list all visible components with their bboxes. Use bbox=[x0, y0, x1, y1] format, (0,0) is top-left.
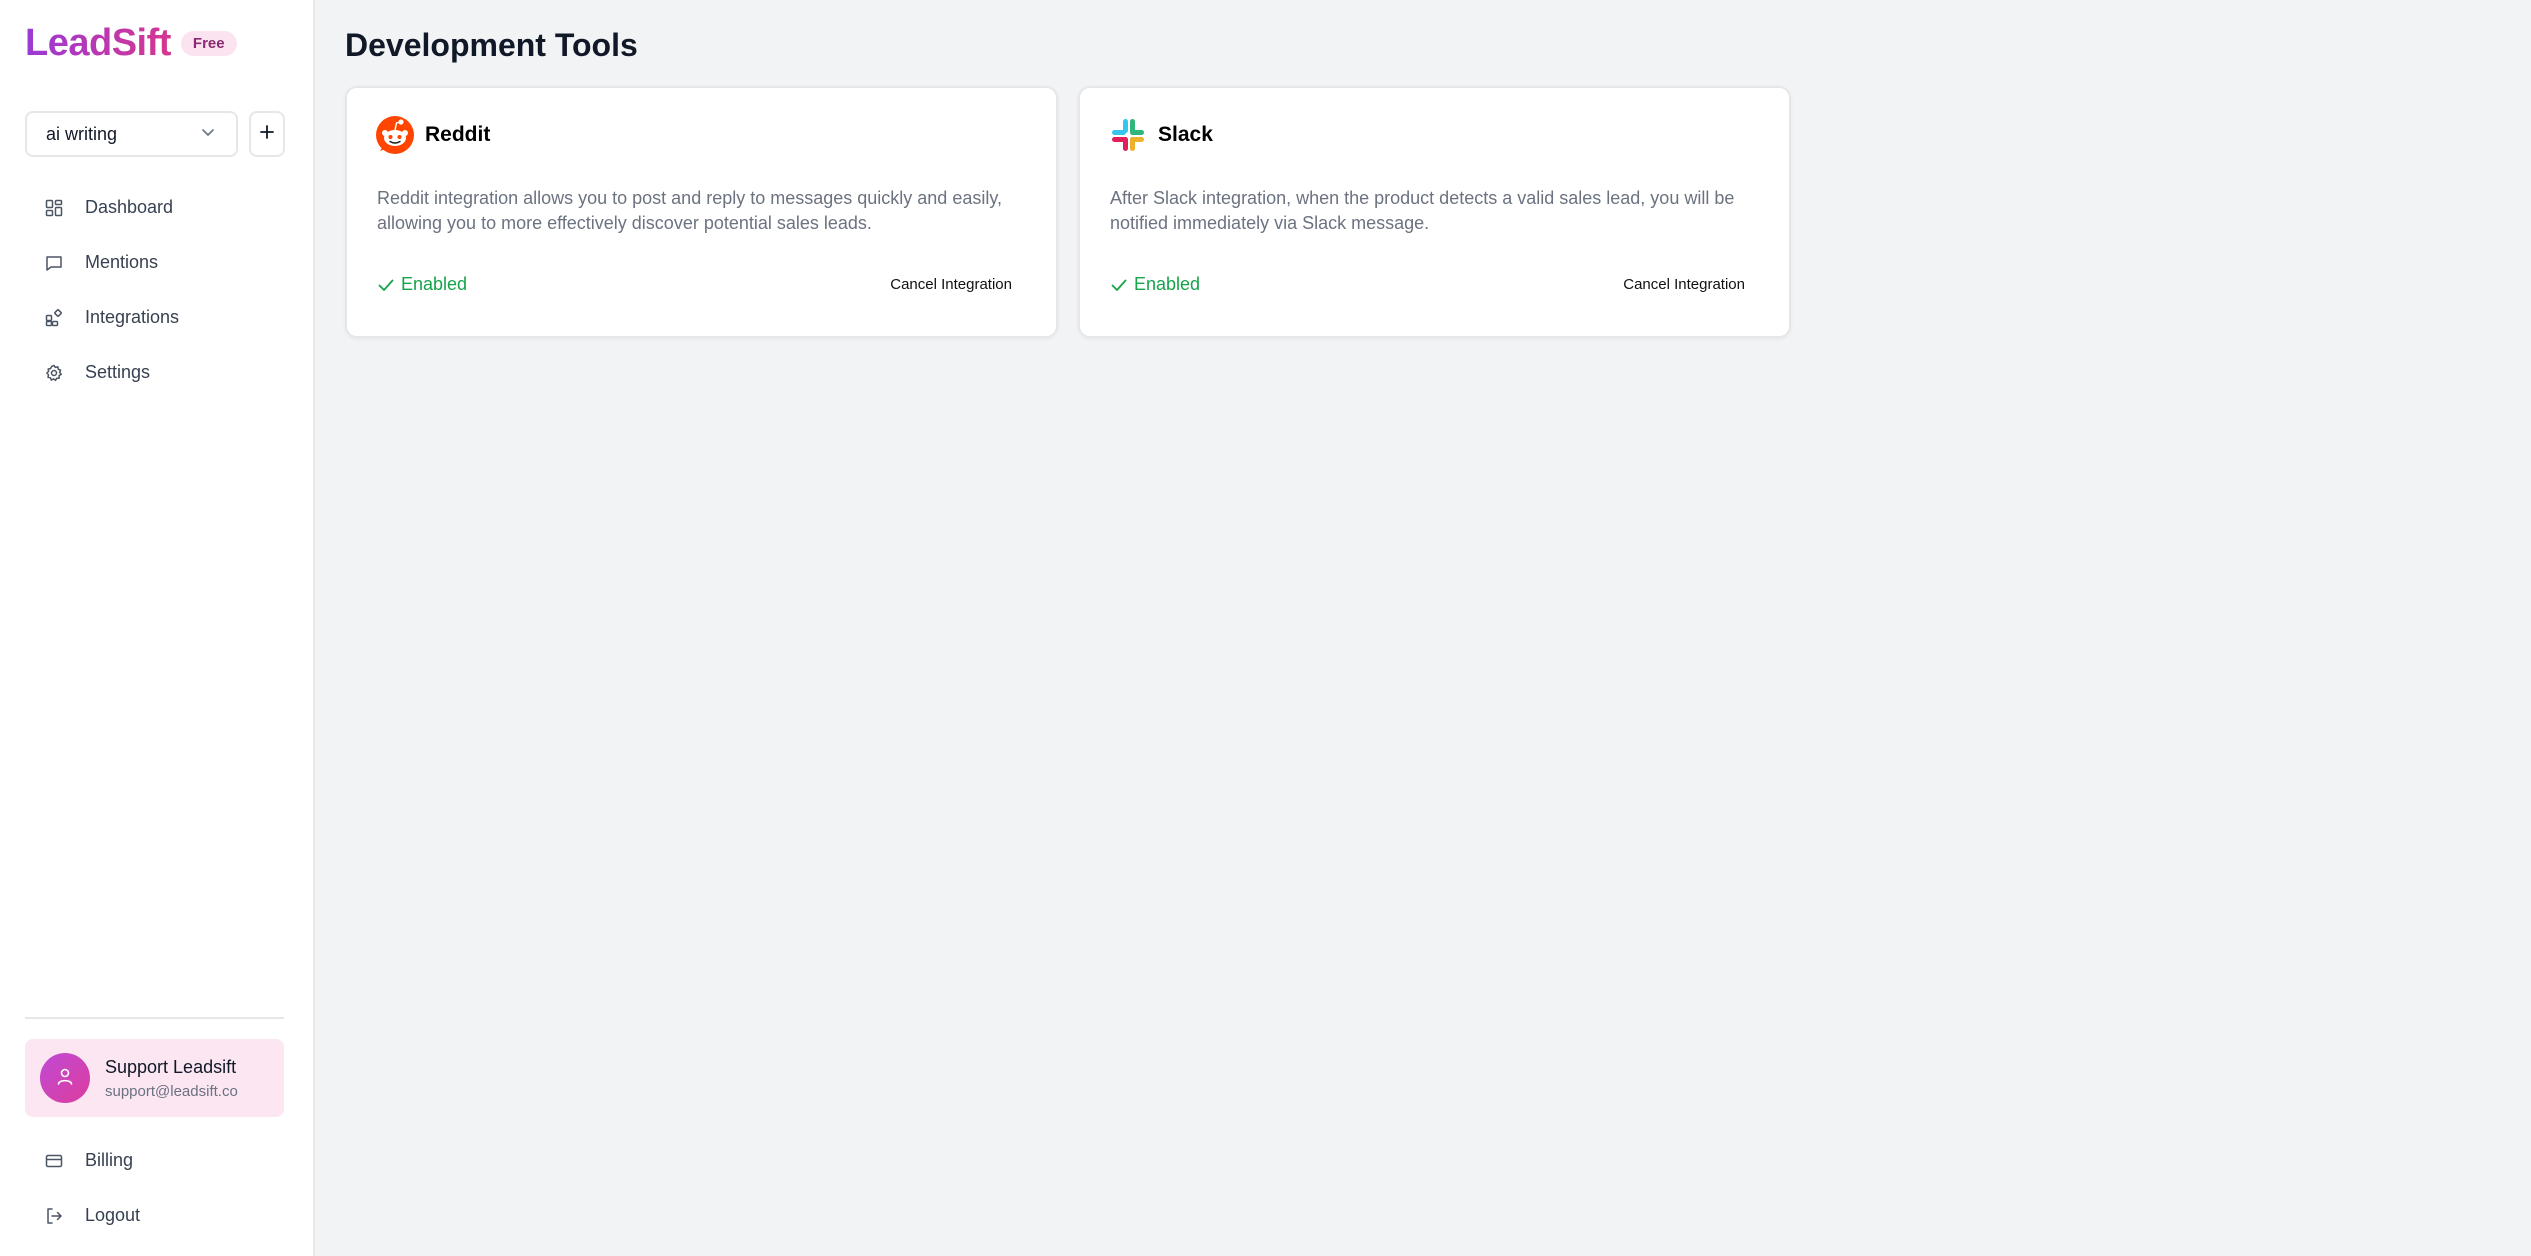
plan-badge: Free bbox=[180, 31, 237, 56]
project-row: ai writing bbox=[25, 111, 285, 157]
gear-icon bbox=[43, 362, 65, 384]
reddit-icon bbox=[375, 115, 415, 155]
card-header: Slack bbox=[1108, 115, 1213, 155]
status-label: Enabled bbox=[1134, 274, 1201, 294]
integration-card-slack: Slack After Slack integration, when the … bbox=[1078, 86, 1791, 338]
check-icon bbox=[377, 276, 395, 294]
nav-label: Settings bbox=[85, 362, 151, 382]
nav-label: Dashboard bbox=[85, 197, 174, 217]
user-card[interactable]: Support Leadsift support@leadsift.co bbox=[25, 1039, 284, 1117]
plus-icon bbox=[259, 124, 275, 145]
integration-card-reddit: Reddit Reddit integration allows you to … bbox=[345, 86, 1058, 338]
status-badge: Enabled bbox=[1110, 274, 1200, 295]
status-label: Enabled bbox=[401, 274, 468, 294]
message-icon bbox=[43, 252, 65, 274]
brand-logo[interactable]: LeadSift bbox=[25, 22, 171, 65]
nav-label: Billing bbox=[85, 1150, 134, 1170]
slack-icon bbox=[1108, 115, 1148, 155]
cancel-integration-button[interactable]: Cancel Integration bbox=[890, 276, 1012, 293]
nav-item-dashboard[interactable]: Dashboard bbox=[25, 180, 285, 235]
logout-icon bbox=[43, 1205, 65, 1227]
user-name: Support Leadsift bbox=[105, 1056, 237, 1077]
credit-card-icon bbox=[43, 1150, 65, 1172]
card-title: Reddit bbox=[425, 123, 491, 146]
nav-item-billing[interactable]: Billing bbox=[25, 1133, 285, 1188]
card-header: Reddit bbox=[375, 115, 490, 155]
add-project-button[interactable] bbox=[249, 111, 285, 157]
brand: LeadSift Free bbox=[25, 22, 237, 65]
card-title: Slack bbox=[1158, 123, 1213, 146]
integrations-icon bbox=[43, 307, 65, 329]
sidebar: LeadSift Free ai writing Dashboard Menti… bbox=[0, 0, 315, 1256]
nav-label: Mentions bbox=[85, 252, 159, 272]
user-info: Support Leadsift support@leadsift.co bbox=[105, 1057, 238, 1100]
user-icon bbox=[55, 1066, 75, 1091]
check-icon bbox=[1110, 276, 1128, 294]
project-select-value: ai writing bbox=[46, 123, 118, 144]
dashboard-icon bbox=[43, 197, 65, 219]
chevron-down-icon bbox=[200, 124, 216, 145]
nav-label: Logout bbox=[85, 1205, 141, 1225]
user-email: support@leadsift.co bbox=[105, 1082, 238, 1100]
nav-item-logout[interactable]: Logout bbox=[25, 1188, 285, 1243]
cancel-integration-button[interactable]: Cancel Integration bbox=[1623, 276, 1745, 293]
main-nav: Dashboard Mentions Integrations Settings bbox=[25, 180, 285, 400]
nav-item-mentions[interactable]: Mentions bbox=[25, 235, 285, 290]
bottom-nav: Billing Logout bbox=[25, 1133, 285, 1243]
project-select[interactable]: ai writing bbox=[25, 111, 238, 157]
avatar bbox=[40, 1053, 90, 1103]
card-description: Reddit integration allows you to post an… bbox=[377, 188, 1003, 233]
sidebar-divider bbox=[25, 1017, 284, 1019]
card-description: After Slack integration, when the produc… bbox=[1110, 188, 1735, 233]
nav-item-settings[interactable]: Settings bbox=[25, 345, 285, 400]
status-badge: Enabled bbox=[377, 274, 467, 295]
nav-item-integrations[interactable]: Integrations bbox=[25, 290, 285, 345]
page-title: Development Tools bbox=[345, 27, 638, 63]
nav-label: Integrations bbox=[85, 307, 180, 327]
